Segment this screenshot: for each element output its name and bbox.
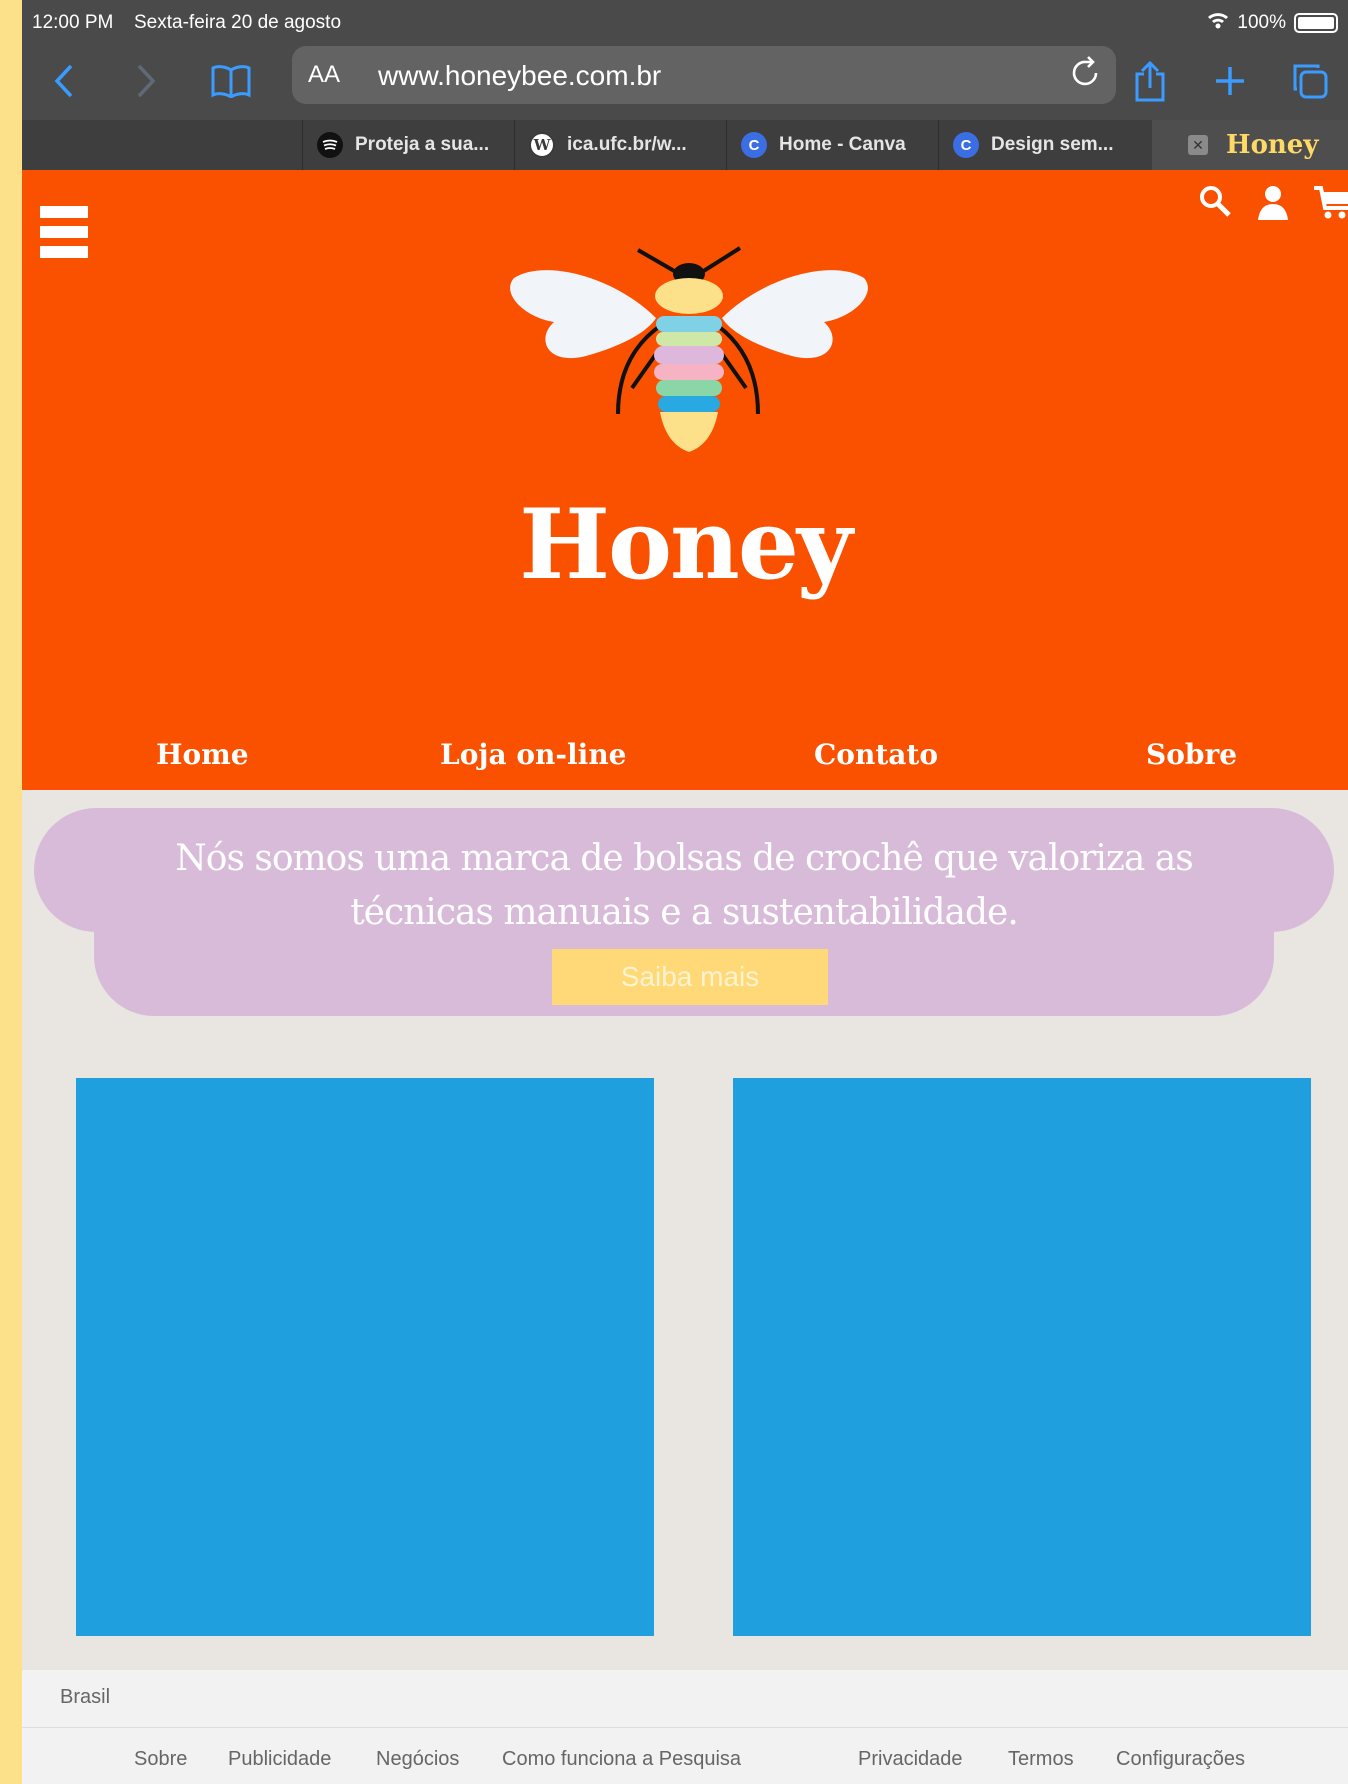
address-bar[interactable]: AA www.honeybee.com.br bbox=[292, 46, 1116, 104]
footer-country: Brasil bbox=[22, 1670, 1348, 1728]
learn-more-button[interactable]: Saiba mais bbox=[552, 949, 828, 1005]
tagline: Nós somos uma marca de bolsas de crochê … bbox=[34, 832, 1334, 940]
wordpress-icon: W bbox=[529, 132, 555, 158]
tab-canva-design[interactable]: C Design sem... bbox=[938, 120, 1152, 170]
site-header: Honey Home Loja on-line Contato Sobre bbox=[22, 170, 1348, 790]
tab-honey-active[interactable]: ✕ Honey bbox=[1152, 120, 1348, 170]
close-tab-icon[interactable]: ✕ bbox=[1188, 135, 1208, 155]
text-size-button[interactable]: AA bbox=[308, 61, 340, 89]
spotify-icon bbox=[317, 132, 343, 158]
product-card[interactable] bbox=[76, 1078, 654, 1636]
tab-label: Proteja a sua... bbox=[355, 134, 490, 155]
tagline-line-2: técnicas manuais e a sustentabilidade. bbox=[350, 892, 1019, 933]
bookmarks-icon[interactable] bbox=[206, 56, 256, 106]
product-card[interactable] bbox=[733, 1078, 1311, 1636]
tabs-overview-icon[interactable] bbox=[1288, 56, 1332, 106]
search-icon[interactable] bbox=[1198, 184, 1232, 229]
tab-spotify[interactable]: Proteja a sua... bbox=[302, 120, 514, 170]
tab-canva-home[interactable]: C Home - Canva bbox=[726, 120, 938, 170]
url-text[interactable]: www.honeybee.com.br bbox=[378, 60, 661, 92]
footer-link-how-search-works[interactable]: Como funciona a Pesquisa bbox=[502, 1748, 741, 1771]
status-right: 100% bbox=[1207, 11, 1338, 35]
tab-label: Design sem... bbox=[991, 134, 1114, 155]
nav-online-store[interactable]: Loja on-line bbox=[440, 738, 626, 771]
footer-link-terms[interactable]: Termos bbox=[1008, 1748, 1074, 1771]
active-tab-title: Honey bbox=[1226, 130, 1319, 160]
tab-label: ica.ufc.br/w... bbox=[567, 134, 687, 155]
canva-icon: C bbox=[741, 132, 767, 158]
footer-links: Sobre Publicidade Negócios Como funciona… bbox=[22, 1728, 1348, 1784]
battery-percent: 100% bbox=[1237, 12, 1286, 33]
share-icon[interactable] bbox=[1130, 56, 1170, 106]
tab-label: Home - Canva bbox=[779, 134, 906, 155]
footer-link-privacy[interactable]: Privacidade bbox=[858, 1748, 963, 1771]
status-bar: 12:00 PM Sexta-feira 20 de agosto 100% bbox=[22, 0, 1348, 44]
footer-link-about[interactable]: Sobre bbox=[134, 1748, 187, 1771]
wifi-icon bbox=[1207, 11, 1229, 35]
status-time: 12:00 PM bbox=[32, 12, 114, 33]
nav-home[interactable]: Home bbox=[156, 738, 249, 771]
forward-icon[interactable] bbox=[126, 56, 166, 106]
account-icon[interactable] bbox=[1256, 184, 1290, 229]
tab-strip: Proteja a sua... W ica.ufc.br/w... C Hom… bbox=[22, 120, 1348, 170]
reload-icon[interactable] bbox=[1070, 55, 1102, 97]
country-label: Brasil bbox=[60, 1686, 111, 1708]
new-tab-icon[interactable] bbox=[1208, 56, 1252, 106]
canva-icon: C bbox=[953, 132, 979, 158]
footer-link-advertising[interactable]: Publicidade bbox=[228, 1748, 331, 1771]
nav-about[interactable]: Sobre bbox=[1146, 738, 1237, 771]
battery-icon bbox=[1294, 13, 1338, 33]
bee-logo-icon bbox=[506, 238, 872, 467]
intro-banner: Nós somos uma marca de bolsas de crochê … bbox=[34, 808, 1334, 1018]
footer-link-business[interactable]: Negócios bbox=[376, 1748, 459, 1771]
nav-contact[interactable]: Contato bbox=[814, 738, 938, 771]
tagline-line-1: Nós somos uma marca de bolsas de crochê … bbox=[175, 838, 1193, 879]
header-actions bbox=[1198, 184, 1348, 229]
tab-wordpress[interactable]: W ica.ufc.br/w... bbox=[514, 120, 726, 170]
cart-icon[interactable] bbox=[1314, 184, 1348, 229]
ipad-screen: 12:00 PM Sexta-feira 20 de agosto 100% A… bbox=[22, 0, 1348, 1784]
status-date: Sexta-feira 20 de agosto bbox=[134, 12, 342, 33]
back-icon[interactable] bbox=[44, 56, 84, 106]
brand-logo: Honey bbox=[519, 488, 852, 601]
hamburger-menu-icon[interactable] bbox=[40, 206, 88, 272]
footer-link-settings[interactable]: Configurações bbox=[1116, 1748, 1245, 1771]
